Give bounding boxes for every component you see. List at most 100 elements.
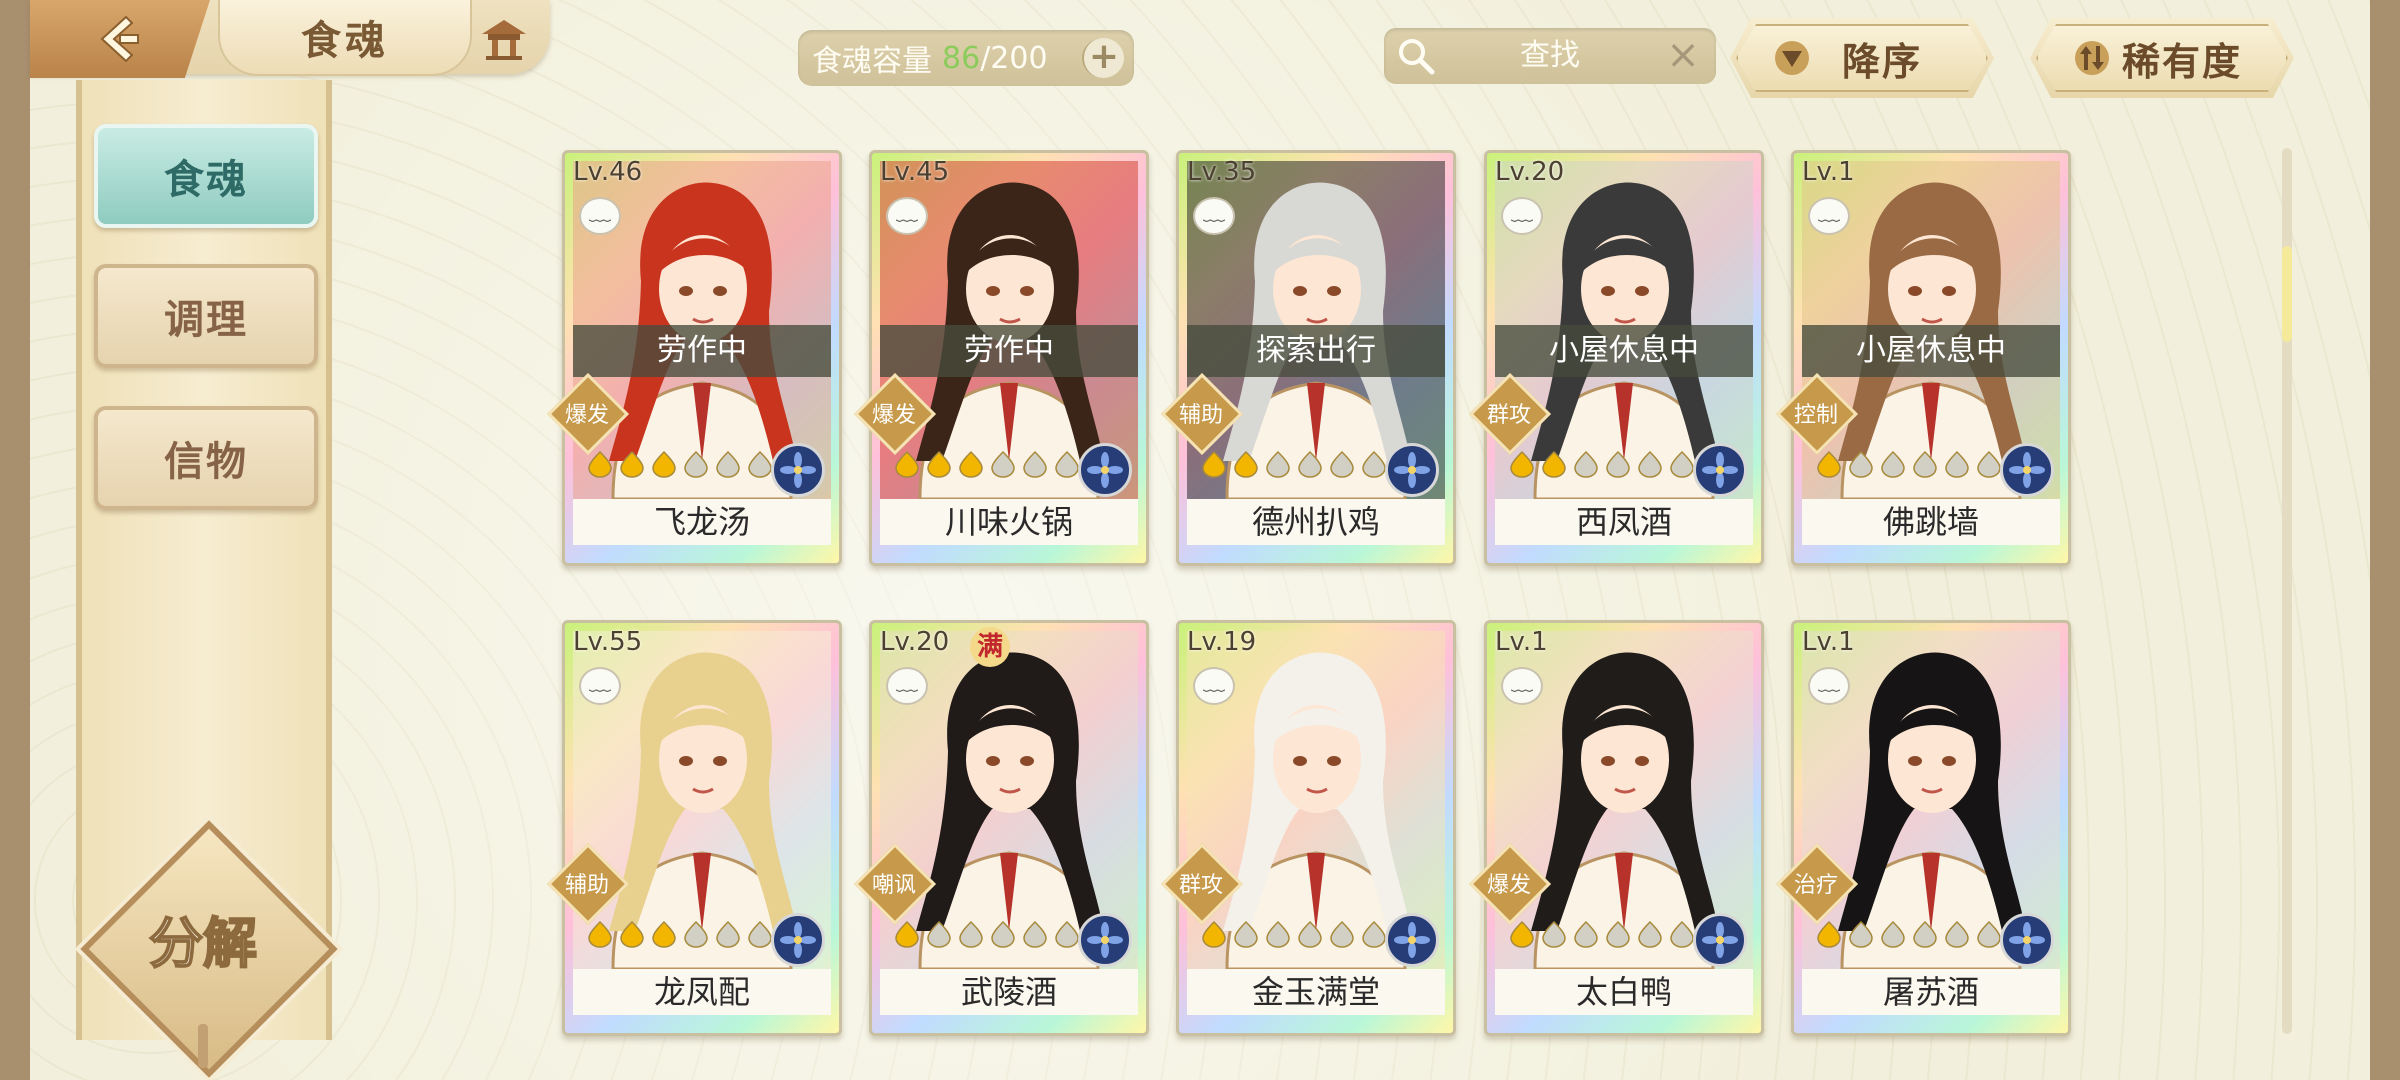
star-icon [956, 449, 986, 479]
star-rating [1814, 449, 2004, 479]
max-badge: 满 [970, 627, 1010, 667]
food-soul-card[interactable]: Lv.20 ﹏ 小屋休息中 群攻 西凤酒 [1468, 150, 1764, 566]
food-soul-card[interactable]: Lv.1 ﹏ 爆发 太白鸭 [1468, 620, 1764, 1036]
star-icon [1263, 449, 1293, 479]
face-icon: ﹏ [1193, 667, 1235, 705]
role-label: 爆发 [871, 403, 916, 428]
face-icon: ﹏ [1501, 667, 1543, 705]
sort-key-label: 稀有度 [2121, 39, 2242, 84]
tab-food-souls-label: 食魂 [164, 157, 248, 203]
tab-tuning[interactable]: 调理 [94, 264, 318, 368]
character-name: 龙凤配 [573, 969, 831, 1015]
food-soul-card[interactable]: Lv.19 ﹏ 群攻 金玉满堂 [1160, 620, 1456, 1036]
sort-order-label: 降序 [1841, 39, 1922, 84]
star-icon [585, 449, 615, 479]
star-rating [892, 449, 1082, 479]
food-soul-card[interactable]: Lv.1 ﹏ 治疗 屠苏酒 [1775, 620, 2071, 1036]
star-icon [1020, 919, 1050, 949]
role-label: 控制 [1793, 403, 1838, 428]
star-icon [1507, 919, 1537, 949]
star-icon [924, 919, 954, 949]
star-icon [681, 919, 711, 949]
decompose-label[interactable]: 分解 [100, 900, 306, 988]
back-button[interactable] [30, 0, 210, 78]
capacity-label: 食魂容量 [812, 44, 932, 79]
food-soul-card[interactable]: Lv.1 ﹏ 小屋休息中 控制 佛跳墙 [1775, 150, 2071, 566]
level-label: Lv.35 [1187, 157, 1257, 187]
search-input[interactable]: 查找 × [1384, 28, 1716, 84]
role-label: 群攻 [1486, 403, 1531, 428]
level-label: Lv.55 [573, 627, 643, 657]
blue-flower-icon [1385, 443, 1439, 497]
level-label: Lv.1 [1495, 627, 1548, 657]
sort-order-button[interactable]: 降序 [1730, 18, 1994, 98]
food-soul-card[interactable]: Lv.35 ﹏ 探索出行 辅助 德州扒鸡 [1160, 150, 1456, 566]
tab-tuning-label: 调理 [164, 297, 248, 343]
blue-flower-icon [2000, 443, 2054, 497]
star-icon [681, 449, 711, 479]
tassel-decoration [198, 1024, 208, 1068]
star-icon [1942, 449, 1972, 479]
add-capacity-button[interactable]: + [1082, 38, 1124, 78]
star-icon [988, 449, 1018, 479]
level-label: Lv.20 [880, 627, 950, 657]
face-icon: ﹏ [1193, 197, 1235, 235]
character-name: 屠苏酒 [1802, 969, 2060, 1015]
star-icon [1814, 449, 1844, 479]
star-rating [1199, 449, 1389, 479]
page-title-tab: 食魂 [218, 0, 472, 76]
star-icon [1635, 919, 1665, 949]
face-icon: ﹏ [579, 197, 621, 235]
status-banner: 劳作中 [573, 325, 831, 377]
right-frame [2370, 0, 2400, 1080]
level-label: Lv.1 [1802, 157, 1855, 187]
status-banner: 小屋休息中 [1495, 325, 1753, 377]
capacity-current: 86 [942, 40, 981, 76]
role-label: 群攻 [1178, 873, 1223, 898]
star-icon [1942, 919, 1972, 949]
star-icon [988, 919, 1018, 949]
food-soul-card[interactable]: Lv.46 ﹏ 劳作中 爆发 飞龙汤 [546, 150, 842, 566]
star-icon [1846, 449, 1876, 479]
status-banner: 劳作中 [880, 325, 1138, 377]
star-icon [1295, 919, 1325, 949]
food-soul-card[interactable]: Lv.45 ﹏ 劳作中 爆发 川味火锅 [853, 150, 1149, 566]
star-icon [1020, 449, 1050, 479]
star-icon [1878, 919, 1908, 949]
tab-food-souls[interactable]: 食魂 [94, 124, 318, 228]
star-icon [1231, 449, 1261, 479]
star-icon [585, 919, 615, 949]
food-soul-card[interactable]: Lv.20 满 ﹏ 嘲讽 武陵酒 [853, 620, 1149, 1036]
sort-key-button[interactable]: 稀有度 [2030, 18, 2294, 98]
star-icon [892, 449, 922, 479]
star-icon [1910, 449, 1940, 479]
blue-flower-icon [1078, 913, 1132, 967]
star-icon [617, 919, 647, 949]
triangle-down-icon [1775, 41, 1809, 75]
left-frame [0, 0, 30, 1080]
blue-flower-icon [2000, 913, 2054, 967]
status-banner: 探索出行 [1187, 325, 1445, 377]
character-name: 德州扒鸡 [1187, 499, 1445, 545]
sort-arrows-icon [2075, 41, 2109, 75]
star-icon [1846, 919, 1876, 949]
star-rating [585, 449, 775, 479]
pavilion-icon[interactable] [478, 12, 530, 64]
face-icon: ﹏ [1501, 197, 1543, 235]
star-icon [1635, 449, 1665, 479]
role-label: 爆发 [564, 403, 609, 428]
star-icon [1199, 449, 1229, 479]
food-soul-card[interactable]: Lv.55 ﹏ 辅助 龙凤配 [546, 620, 842, 1036]
blue-flower-icon [771, 443, 825, 497]
blue-flower-icon [1693, 443, 1747, 497]
tab-tokens[interactable]: 信物 [94, 406, 318, 510]
star-icon [1814, 919, 1844, 949]
star-icon [713, 449, 743, 479]
scrollbar-thumb[interactable] [2282, 246, 2292, 342]
star-icon [1295, 449, 1325, 479]
close-icon[interactable]: × [1662, 34, 1704, 76]
star-rating [585, 919, 775, 949]
star-icon [1231, 919, 1261, 949]
page-title: 食魂 [301, 18, 389, 64]
level-label: Lv.19 [1187, 627, 1257, 657]
